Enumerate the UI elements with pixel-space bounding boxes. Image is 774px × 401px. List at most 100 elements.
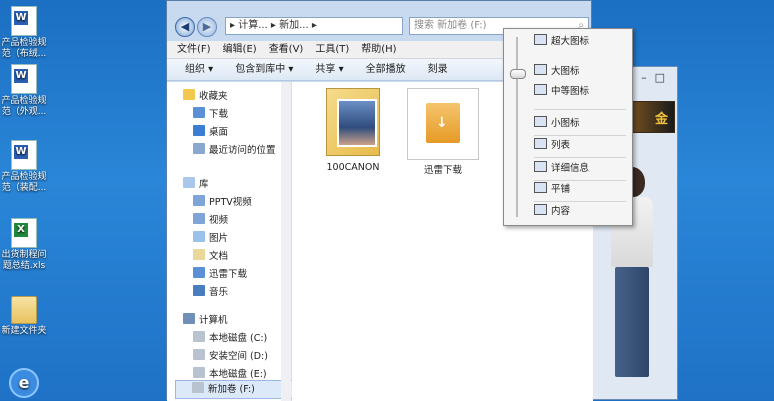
excel-doc-icon: X <box>11 218 37 248</box>
nav-xunlei[interactable]: 迅雷下载 <box>193 266 247 283</box>
view-medium-icons[interactable]: 中等图标 <box>534 83 589 101</box>
nav-drive-c[interactable]: 本地磁盘 (C:) <box>193 330 267 347</box>
nav-label: 最近访问的位置 <box>209 145 276 156</box>
nav-label: 安装空间 (D:) <box>209 351 268 362</box>
nav-drive-f[interactable]: 新加卷 (F:) <box>175 380 293 399</box>
view-label: 中等图标 <box>551 86 590 97</box>
extra-large-icons-icon <box>534 34 547 45</box>
menu-separator <box>534 135 626 136</box>
xunlei-folder-icon: ↓ <box>407 88 479 160</box>
folder-icon <box>11 296 37 324</box>
banner-text: 金 <box>654 112 668 127</box>
drive-icon <box>193 349 205 360</box>
forward-button[interactable]: ▶ <box>197 17 217 37</box>
menu-tools[interactable]: 工具(T) <box>315 41 349 58</box>
view-list[interactable]: 列表 <box>534 137 570 155</box>
nav-videos[interactable]: 视频 <box>193 212 228 229</box>
video-library-icon <box>193 213 205 224</box>
desktop-icon-doc1[interactable]: W 产品检验规 范（布绒... <box>0 6 48 60</box>
window-controls[interactable]: –□ <box>641 71 673 84</box>
address-path: ▸ 计算... ▸ 新加... ▸ <box>230 20 317 31</box>
include-in-library-button[interactable]: 包含到库中 ▾ <box>235 59 293 80</box>
desktop-icon-label: 范（装配... <box>1 183 47 193</box>
desktop-icon-label: 产品检验规 <box>1 96 47 106</box>
nav-label: 本地磁盘 (C:) <box>209 333 268 344</box>
file-name: 100CANON <box>326 162 380 173</box>
desktop-icon-label: 产品检验规 <box>1 38 47 48</box>
star-icon <box>183 89 195 100</box>
nav-pptv[interactable]: PPTV视频 <box>193 194 252 211</box>
view-menu[interactable]: 超大图标 大图标 中等图标 小图标 列表 详细信息 平铺 内容 <box>503 28 633 226</box>
small-icons-icon <box>534 116 547 127</box>
music-icon <box>193 285 205 296</box>
list-icon <box>534 138 547 149</box>
view-slider-handle[interactable] <box>510 69 526 79</box>
nav-label: 库 <box>199 179 209 190</box>
drive-icon <box>192 382 204 393</box>
view-tiles[interactable]: 平铺 <box>534 181 570 199</box>
menu-separator <box>534 109 626 110</box>
nav-music[interactable]: 音乐 <box>193 284 228 301</box>
desktop-icon <box>193 125 205 136</box>
desktop-icon-new-folder[interactable]: 新建文件夹 <box>0 296 48 337</box>
nav-libraries[interactable]: 库 <box>183 176 209 193</box>
video-library-icon <box>193 195 205 206</box>
nav-label: 收藏夹 <box>199 91 228 102</box>
desktop-icon-ie[interactable]: e <box>0 368 48 398</box>
menu-edit[interactable]: 编辑(E) <box>223 41 257 58</box>
file-item-xunlei[interactable]: ↓ 迅雷下载 <box>398 88 488 176</box>
pictures-icon <box>193 231 205 242</box>
nav-label: 视频 <box>209 215 229 226</box>
nav-pictures[interactable]: 图片 <box>193 230 228 247</box>
nav-label: 新加卷 (F:) <box>208 384 255 395</box>
nav-drive-d[interactable]: 安装空间 (D:) <box>193 348 268 365</box>
organize-button[interactable]: 组织 ▾ <box>185 59 213 80</box>
view-content[interactable]: 内容 <box>534 203 570 221</box>
download-icon <box>193 107 205 118</box>
computer-icon <box>183 313 195 324</box>
menu-separator <box>534 157 626 158</box>
menu-view[interactable]: 查看(V) <box>269 41 304 58</box>
word-doc-icon: W <box>11 64 37 94</box>
content-icon <box>534 204 547 215</box>
nav-scrollbar[interactable] <box>281 82 291 401</box>
medium-icons-icon <box>534 84 547 95</box>
view-extra-large-icons[interactable]: 超大图标 <box>534 33 589 51</box>
menu-separator <box>534 201 626 202</box>
nav-desktop[interactable]: 桌面 <box>193 124 228 141</box>
view-large-icons[interactable]: 大图标 <box>534 63 580 81</box>
search-placeholder: 搜索 新加卷 (F:) <box>414 20 487 31</box>
share-button[interactable]: 共享 ▾ <box>315 59 343 80</box>
nav-computer[interactable]: 计算机 <box>183 312 228 329</box>
word-doc-icon: W <box>11 140 37 170</box>
navigation-pane[interactable]: 收藏夹 下载 桌面 最近访问的位置 库 PPTV视频 视频 图片 文档 迅雷下载… <box>167 82 293 401</box>
view-label: 超大图标 <box>551 36 590 47</box>
view-label: 详细信息 <box>551 163 590 174</box>
desktop-icon-doc2[interactable]: W 产品检验规 范（外观... <box>0 64 48 118</box>
library-icon <box>183 177 195 188</box>
view-label: 小图标 <box>551 118 580 129</box>
tiles-icon <box>534 182 547 193</box>
menu-file[interactable]: 文件(F) <box>177 41 211 58</box>
drive-icon <box>193 331 205 342</box>
view-details[interactable]: 详细信息 <box>534 160 589 178</box>
desktop-icon-xls[interactable]: X 出货制程问 题总结.xls <box>0 218 48 272</box>
recent-places-icon <box>193 143 205 154</box>
view-small-icons[interactable]: 小图标 <box>534 115 580 133</box>
burn-button[interactable]: 刻录 <box>428 59 448 80</box>
menu-help[interactable]: 帮助(H) <box>361 41 396 58</box>
desktop-icon-doc3[interactable]: W 产品检验规 范（装配... <box>0 140 48 194</box>
download-icon <box>193 267 205 278</box>
nav-recent[interactable]: 最近访问的位置 <box>193 142 276 159</box>
address-bar[interactable]: ▸ 计算... ▸ 新加... ▸ <box>225 17 403 35</box>
nav-favorites[interactable]: 收藏夹 <box>183 88 228 105</box>
file-name: 迅雷下载 <box>423 165 462 176</box>
file-item-100canon[interactable]: 100CANON <box>308 88 398 173</box>
play-all-button[interactable]: 全部播放 <box>366 59 406 80</box>
nav-documents[interactable]: 文档 <box>193 248 228 265</box>
nav-downloads[interactable]: 下载 <box>193 106 228 123</box>
desktop-icon-label: 题总结.xls <box>2 261 46 271</box>
back-button[interactable]: ◀ <box>175 17 195 37</box>
view-slider-track[interactable] <box>516 37 518 217</box>
nav-label: 文档 <box>209 251 229 262</box>
